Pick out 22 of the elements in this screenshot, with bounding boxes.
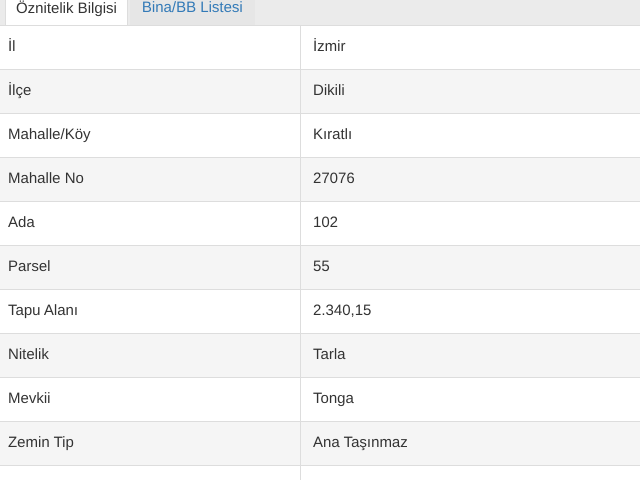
table-cell: Mahalle/Köy (0, 114, 301, 157)
table-cell-text: 2.340,15 (312, 301, 372, 322)
table-cell-text: Kıratlı (312, 125, 354, 146)
table-cell-text: İzmir (312, 37, 346, 58)
table-cell: Parsel (0, 246, 301, 289)
table-cell-text: Ana Taşınmaz (312, 433, 409, 454)
table-cell-text: Tonga (312, 389, 355, 410)
table-cell-text: Tarla (312, 345, 347, 366)
table-cell: İl (0, 26, 301, 69)
table-cell-text: Dikili (312, 81, 346, 102)
table-cell-text: 27076 (312, 169, 356, 190)
table-cell: Mahalle No (0, 158, 301, 201)
table-cell-text: 55 (312, 257, 331, 278)
tab[interactable]: Öznitelik Bilgisi (5, 0, 128, 25)
tab[interactable]: Bina/BB Listesi (130, 0, 255, 25)
table-cell-text: 102 (312, 213, 340, 234)
table-cell: Ada (0, 202, 301, 245)
table-cell: Tapu Alanı (0, 290, 301, 333)
table-cell: Nitelik (0, 334, 301, 377)
table-cell: Zemin Tip (0, 422, 301, 465)
table-cell: İlçe (0, 70, 301, 113)
table-cell: Mevkii (0, 378, 301, 421)
